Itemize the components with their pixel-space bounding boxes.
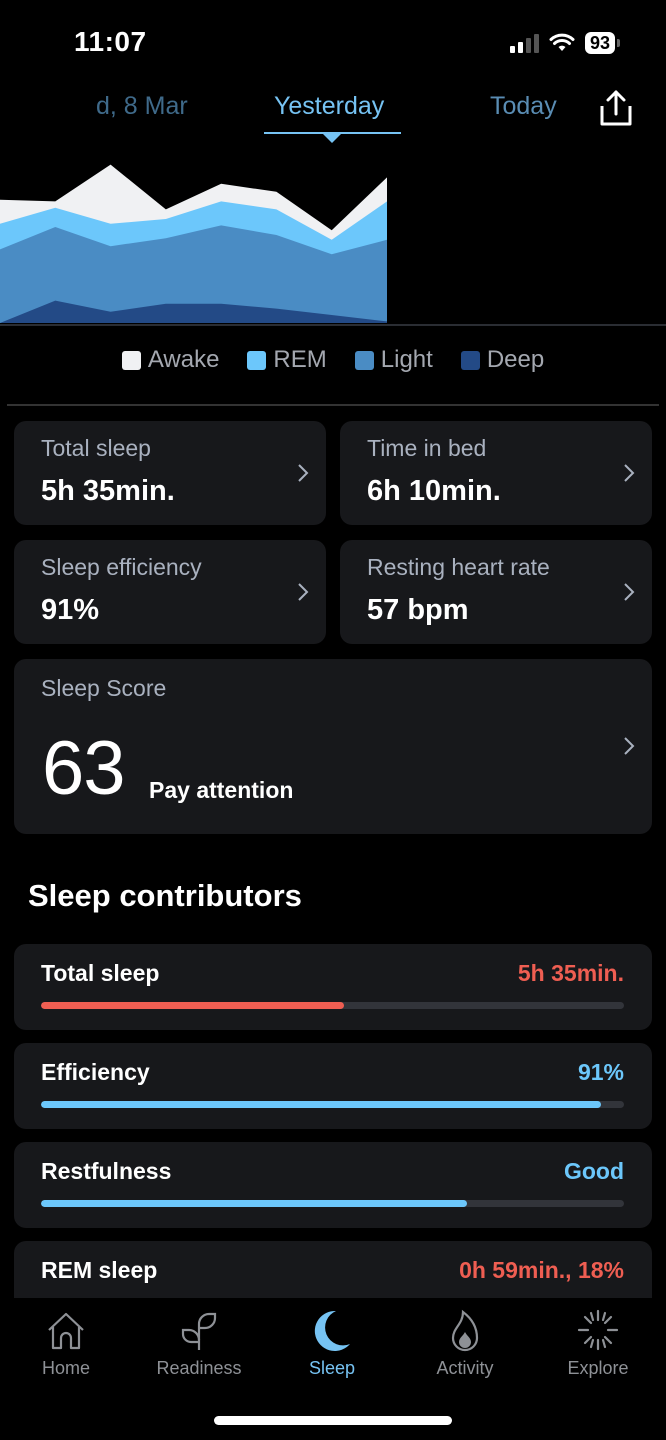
active-tab-caret bbox=[323, 134, 341, 143]
sprout-icon bbox=[181, 1312, 217, 1350]
legend-label: Awake bbox=[147, 346, 220, 373]
legend-swatch-rem bbox=[247, 350, 267, 370]
card-label: Total sleep bbox=[41, 435, 151, 461]
contributor-efficiency[interactable]: Efficiency 91% bbox=[14, 1043, 652, 1129]
sleep-contributors-title: Sleep contributors bbox=[28, 878, 302, 913]
home-icon bbox=[48, 1312, 84, 1350]
legend-label: Deep bbox=[486, 346, 545, 373]
cellular-signal-icon bbox=[509, 33, 539, 53]
legend-item-awake: Awake bbox=[121, 346, 220, 374]
contributor-label: Restfulness bbox=[41, 1158, 172, 1184]
legend-item-deep: Deep bbox=[460, 346, 545, 374]
chevron-right-icon bbox=[298, 583, 309, 601]
contributor-progress-fill bbox=[41, 1200, 467, 1207]
home-indicator[interactable] bbox=[214, 1416, 452, 1425]
legend-swatch-light bbox=[354, 350, 374, 370]
card-value: 5h 35min. bbox=[41, 475, 175, 507]
nav-label: Home bbox=[41, 1358, 90, 1378]
card-label: Time in bed bbox=[367, 435, 487, 461]
resting-heart-rate-card[interactable]: Resting heart rate 57 bpm bbox=[340, 540, 652, 644]
sparkle-icon bbox=[577, 1309, 619, 1351]
nav-label: Activity bbox=[436, 1358, 494, 1378]
total-sleep-card[interactable]: Total sleep 5h 35min. bbox=[14, 421, 326, 525]
contributor-total-sleep[interactable]: Total sleep 5h 35min. bbox=[14, 944, 652, 1030]
nav-home[interactable]: Home bbox=[11, 1308, 121, 1379]
date-tabs: d, 8 Mar Yesterday Today bbox=[0, 84, 666, 144]
sleep-stages-chart-svg bbox=[0, 164, 387, 323]
flame-icon bbox=[451, 1309, 479, 1352]
tab-yesterday[interactable]: Yesterday bbox=[274, 92, 384, 121]
chevron-right-icon bbox=[298, 464, 309, 482]
wifi-icon bbox=[549, 33, 575, 51]
contributor-progress-track bbox=[41, 1200, 624, 1207]
sleep-score-value: 63 bbox=[42, 726, 126, 811]
card-label: Resting heart rate bbox=[367, 554, 550, 580]
status-icons: 93 bbox=[509, 32, 620, 54]
legend-item-rem: REM bbox=[247, 346, 327, 374]
nav-label: Explore bbox=[567, 1358, 629, 1378]
chevron-right-icon bbox=[624, 737, 635, 755]
contributor-label: REM sleep bbox=[41, 1257, 158, 1283]
nav-sleep[interactable]: Sleep bbox=[277, 1308, 387, 1379]
card-value: 91% bbox=[41, 594, 100, 626]
chart-legend: Awake REM Light Deep bbox=[0, 346, 666, 374]
status-bar: 11:07 93 bbox=[0, 0, 666, 80]
card-value: 6h 10min. bbox=[367, 475, 501, 507]
contributor-restfulness[interactable]: Restfulness Good bbox=[14, 1142, 652, 1228]
contributor-progress-track bbox=[41, 1101, 624, 1108]
contributor-label: Total sleep bbox=[41, 960, 160, 986]
contributor-progress-track bbox=[41, 1002, 624, 1009]
sleep-score-card[interactable]: Sleep Score 63 Pay attention bbox=[14, 659, 652, 834]
contributor-value: 91% bbox=[577, 1059, 624, 1085]
contributor-value: 0h 59min., 18% bbox=[459, 1257, 624, 1283]
tab-today[interactable]: Today bbox=[490, 92, 557, 121]
sleep-score-status: Pay attention bbox=[149, 777, 294, 803]
chevron-right-icon bbox=[624, 583, 635, 601]
nav-label: Sleep bbox=[308, 1358, 356, 1378]
tab-previous-day[interactable]: d, 8 Mar bbox=[96, 92, 188, 121]
sleep-efficiency-card[interactable]: Sleep efficiency 91% bbox=[14, 540, 326, 644]
contributor-label: Efficiency bbox=[41, 1059, 150, 1085]
card-value: 57 bpm bbox=[367, 594, 469, 626]
nav-readiness[interactable]: Readiness bbox=[144, 1308, 254, 1379]
legend-label: Light bbox=[380, 346, 433, 373]
sleep-stages-chart[interactable] bbox=[0, 150, 666, 326]
legend-swatch-deep bbox=[460, 350, 480, 370]
nav-activity[interactable]: Activity bbox=[410, 1308, 520, 1379]
legend-label: REM bbox=[273, 346, 327, 373]
battery-icon: 93 bbox=[584, 32, 620, 54]
moon-icon bbox=[314, 1310, 350, 1351]
nav-label: Readiness bbox=[156, 1358, 242, 1378]
contributor-value: Good bbox=[563, 1158, 624, 1184]
chart-baseline bbox=[0, 324, 666, 326]
card-label: Sleep efficiency bbox=[41, 554, 202, 580]
contributor-progress-fill bbox=[41, 1002, 345, 1009]
nav-explore[interactable]: Explore bbox=[543, 1308, 653, 1379]
battery-level: 93 bbox=[584, 32, 615, 54]
legend-swatch-awake bbox=[121, 350, 141, 370]
share-icon[interactable] bbox=[596, 88, 636, 128]
contributor-progress-fill bbox=[41, 1101, 601, 1108]
legend-item-light: Light bbox=[354, 346, 433, 374]
legend-divider bbox=[7, 404, 659, 406]
status-time: 11:07 bbox=[74, 26, 147, 57]
time-in-bed-card[interactable]: Time in bed 6h 10min. bbox=[340, 421, 652, 525]
sleep-score-label: Sleep Score bbox=[41, 675, 167, 701]
contributor-value: 5h 35min. bbox=[517, 960, 624, 986]
chevron-right-icon bbox=[624, 464, 635, 482]
